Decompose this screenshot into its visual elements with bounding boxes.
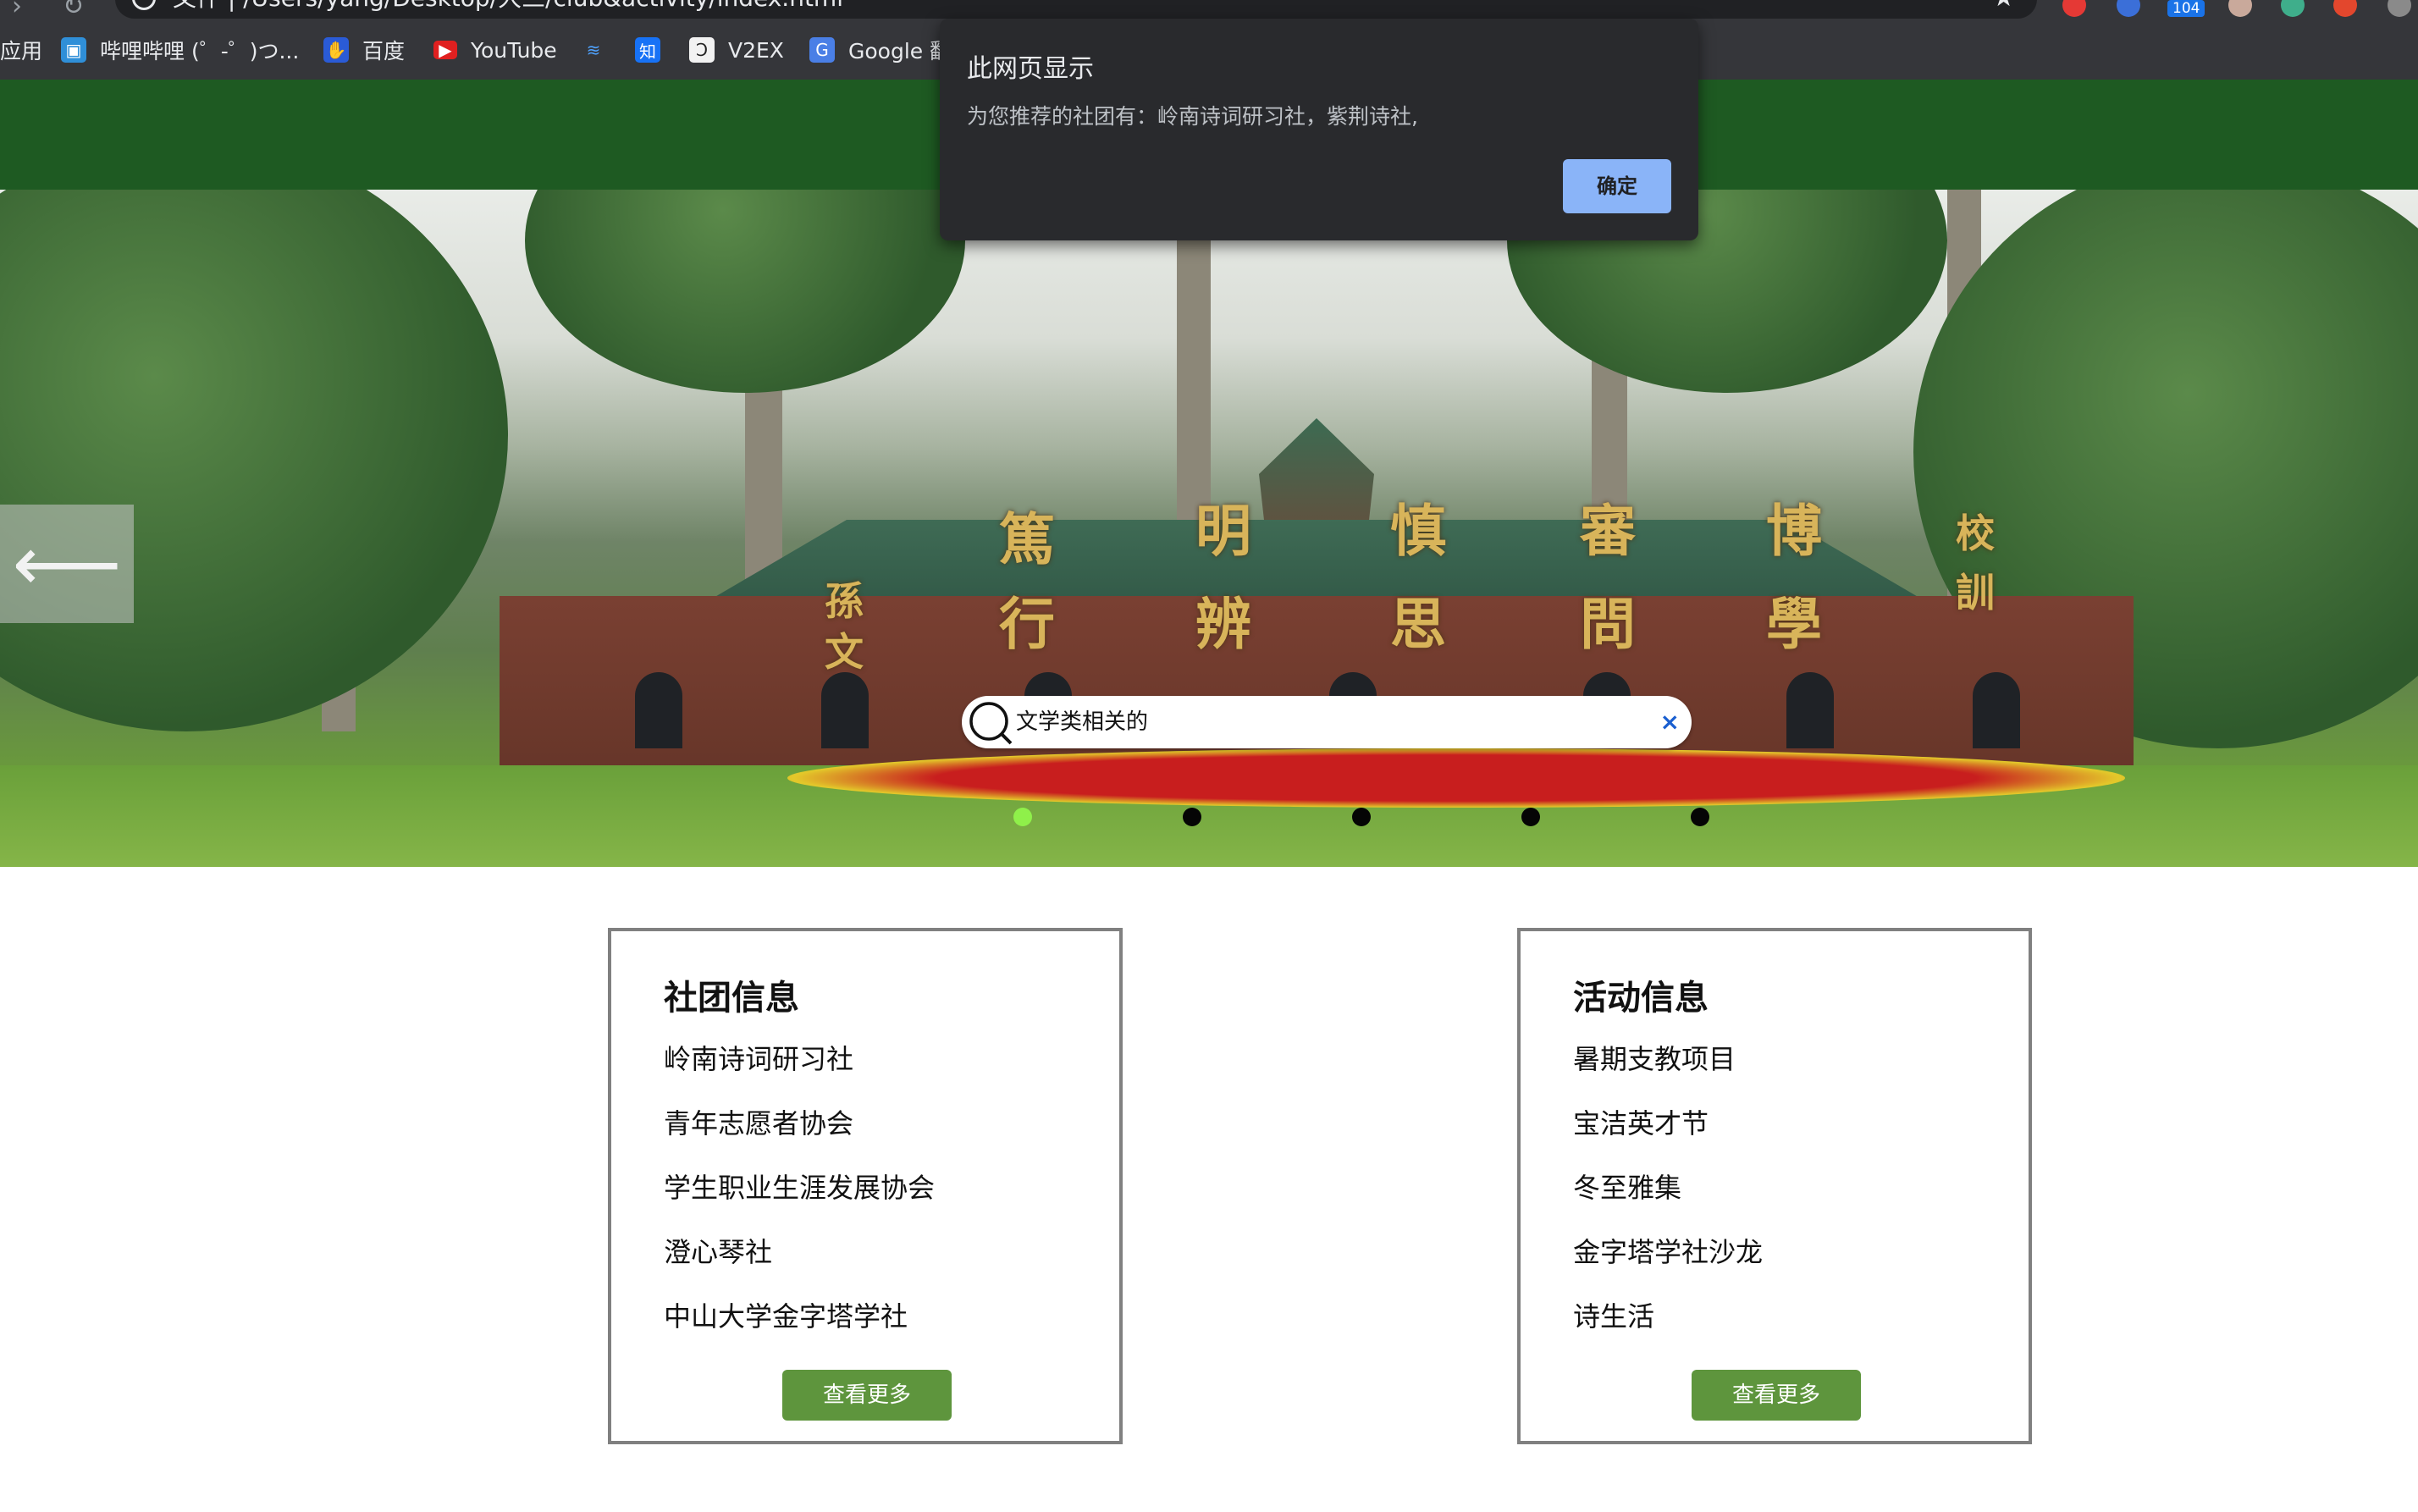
motto-char: 訓	[1956, 570, 1995, 615]
extension-badge: 104	[2167, 0, 2205, 17]
activity-item[interactable]: 暑期支教项目	[1573, 1041, 1763, 1106]
club-info-card: 社团信息 岭南诗词研习社 青年志愿者协会 学生职业生涯发展协会 澄心琴社 中山大…	[608, 928, 1123, 1444]
dialog-message: 为您推荐的社团有：岭南诗词研习社，紫荆诗社,	[967, 104, 1418, 129]
club-item[interactable]: 岭南诗词研习社	[664, 1041, 935, 1106]
bookmark-v2ex[interactable]: Ↄ V2EX	[689, 20, 784, 80]
address-text: 文件 | /Users/yang/Desktop/大三/club&activit…	[173, 0, 843, 12]
card-title: 活动信息	[1573, 979, 1709, 1018]
bookmark-label: Google 翻	[848, 39, 952, 63]
club-list: 岭南诗词研习社 青年志愿者协会 学生职业生涯发展协会 澄心琴社 中山大学金字塔学…	[664, 1041, 935, 1363]
club-item[interactable]: 青年志愿者协会	[664, 1106, 935, 1170]
bookmark-label: 哔哩哔哩 (゜-゜)つ...	[100, 39, 300, 63]
card-title: 社团信息	[664, 979, 799, 1018]
search-box[interactable]: 文学类相关的 ×	[962, 696, 1692, 748]
motto-char: 文	[825, 629, 864, 675]
extension-icon[interactable]	[2228, 0, 2252, 17]
activity-info-card: 活动信息 暑期支教项目 宝洁英才节 冬至雅集 金字塔学社沙龙 诗生活 查看更多	[1517, 928, 2032, 1444]
profile-icon[interactable]	[2388, 0, 2411, 17]
bookmark-label: V2EX	[728, 37, 784, 63]
bookmark-youtube[interactable]: ▶ YouTube	[433, 20, 557, 80]
search-input[interactable]: 文学类相关的	[1016, 696, 1148, 748]
motto-char: 辨	[1195, 591, 1251, 657]
forward-icon[interactable]: ›	[12, 0, 22, 21]
alert-dialog: 此网页显示 为您推荐的社团有：岭南诗词研习社，紫荆诗社, 确定	[940, 19, 1698, 240]
bookmark-label: 百度	[362, 39, 406, 63]
carousel-prev-button[interactable]: ⟵	[0, 505, 134, 623]
bilibili-icon: ▣	[61, 37, 86, 63]
carousel-dots	[0, 808, 2418, 828]
carousel-dot[interactable]	[1352, 808, 1371, 826]
motto-char: 學	[1766, 591, 1822, 657]
bookmark-google-translate[interactable]: G Google 翻	[809, 20, 951, 80]
baidu-icon: ✋	[323, 37, 349, 63]
youtube-icon: ▶	[433, 40, 457, 60]
info-icon[interactable]	[132, 0, 156, 10]
carousel-dot[interactable]	[1521, 808, 1540, 826]
address-bar[interactable]: 文件 | /Users/yang/Desktop/大三/club&activit…	[115, 0, 2037, 19]
activity-item[interactable]: 冬至雅集	[1573, 1170, 1763, 1234]
club-item[interactable]: 学生职业生涯发展协会	[664, 1170, 935, 1234]
motto-char: 孫	[825, 578, 864, 624]
arrow-left-icon: ⟵	[12, 519, 122, 609]
club-item[interactable]: 澄心琴社	[664, 1234, 935, 1299]
bookmark-label: YouTube	[471, 37, 557, 63]
view-more-clubs-button[interactable]: 查看更多	[782, 1370, 952, 1421]
bookmark-star-icon[interactable]: ★	[1992, 0, 2015, 17]
bird-icon: ≋	[586, 40, 601, 60]
extension-icon[interactable]	[2062, 0, 2086, 17]
activity-list: 暑期支教项目 宝洁英才节 冬至雅集 金字塔学社沙龙 诗生活	[1573, 1041, 1763, 1363]
google-translate-icon: G	[809, 37, 835, 63]
v2ex-icon: Ↄ	[689, 37, 715, 63]
motto-char: 校	[1956, 510, 1995, 556]
carousel-dot[interactable]	[1691, 808, 1709, 826]
bookmark-bilibili[interactable]: ▣ 哔哩哔哩 (゜-゜)つ...	[61, 20, 299, 80]
bookmark-label: 应用	[0, 39, 43, 63]
browser-toolbar: › ↻ 文件 | /Users/yang/Desktop/大三/club&act…	[0, 0, 2418, 21]
hero-carousel: 篤 行 明 辨 慎 思 審 問 博 學 校 訓 孫 文 ⟵ 文学类相关的 ×	[0, 190, 2418, 867]
bookmark-zhihu[interactable]: 知	[635, 20, 674, 80]
motto-char: 思	[1390, 591, 1446, 657]
search-icon	[969, 702, 1013, 745]
extension-icon[interactable]	[2281, 0, 2305, 17]
bookmark-apps[interactable]: 应用	[0, 20, 42, 80]
dialog-title: 此网页显示	[967, 54, 1094, 84]
activity-item[interactable]: 金字塔学社沙龙	[1573, 1234, 1763, 1299]
flower-bed	[787, 748, 2125, 808]
extension-icon[interactable]	[2333, 0, 2357, 17]
clear-search-button[interactable]: ×	[1660, 696, 1680, 748]
activity-item[interactable]: 诗生活	[1573, 1299, 1763, 1363]
carousel-dot-active[interactable]	[1013, 808, 1032, 826]
club-item[interactable]: 中山大学金字塔学社	[664, 1299, 935, 1363]
reload-icon[interactable]: ↻	[63, 0, 84, 21]
motto-char: 審	[1580, 498, 1636, 564]
bookmark-baidu[interactable]: ✋ 百度	[323, 20, 405, 80]
dialog-ok-button[interactable]: 确定	[1563, 159, 1671, 213]
motto-char: 問	[1580, 591, 1636, 657]
carousel-dot[interactable]	[1183, 808, 1201, 826]
activity-item[interactable]: 宝洁英才节	[1573, 1106, 1763, 1170]
bookmark-bird[interactable]: ≋	[581, 20, 620, 80]
view-more-activities-button[interactable]: 查看更多	[1692, 1370, 1861, 1421]
motto-char: 慎	[1390, 498, 1446, 564]
motto-char: 博	[1766, 498, 1822, 564]
motto-char: 行	[999, 591, 1055, 657]
motto-char: 篤	[999, 506, 1055, 572]
motto-char: 明	[1195, 498, 1251, 564]
extension-icon[interactable]	[2117, 0, 2140, 17]
zhihu-icon: 知	[635, 37, 660, 63]
